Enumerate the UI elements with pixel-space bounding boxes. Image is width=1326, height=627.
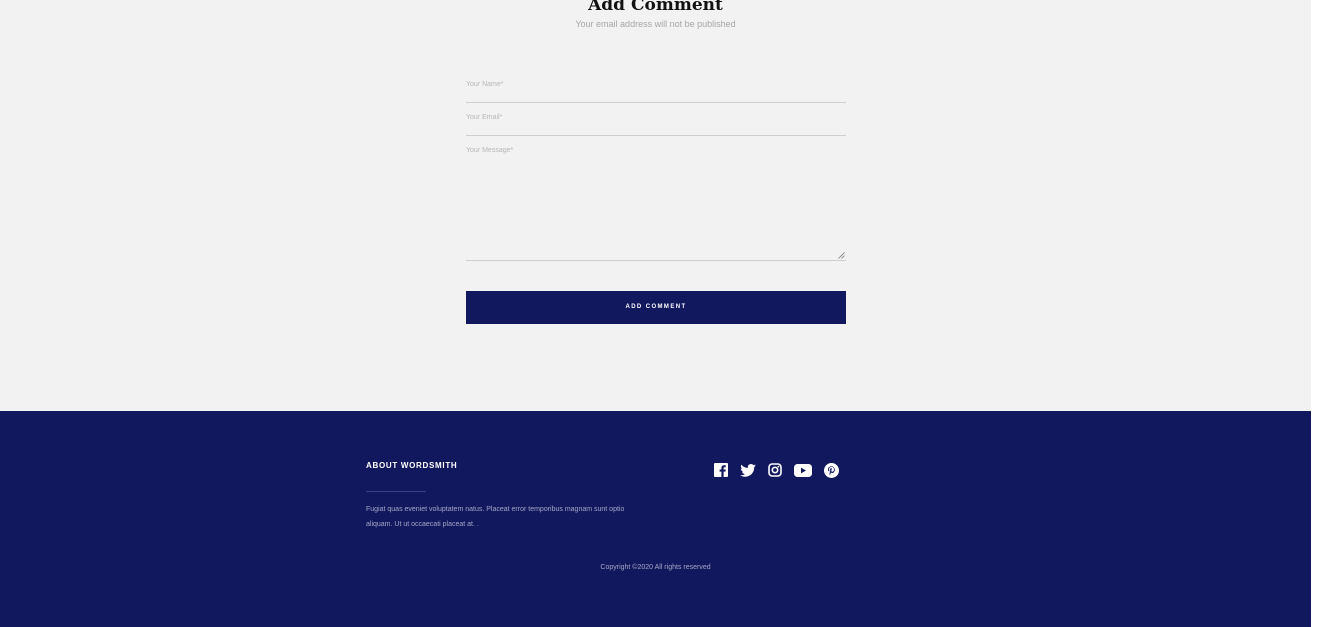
facebook-icon[interactable] xyxy=(714,463,728,477)
message-field-placeholder: Your Message* xyxy=(466,147,514,154)
about-text: Fugiat quas eveniet voluptatem natus. Pl… xyxy=(366,506,625,528)
comment-section-title: Add Comment xyxy=(588,0,723,15)
name-field-placeholder: Your Name* xyxy=(466,81,504,88)
about-title: ABOUT WORDSMITH xyxy=(366,461,458,470)
copyright-text: Copyright ©2020 All rights reserved xyxy=(600,564,711,571)
email-field-placeholder: Your Email* xyxy=(466,114,503,121)
youtube-icon[interactable] xyxy=(794,463,812,477)
pinterest-icon[interactable] xyxy=(824,462,839,478)
resize-handle-icon[interactable] xyxy=(838,252,845,259)
name-field[interactable]: Your Name* xyxy=(466,70,846,103)
message-field[interactable]: Your Message* xyxy=(466,136,846,261)
social-links xyxy=(714,462,839,478)
comment-section-subtitle: Your email address will not be published xyxy=(575,19,736,29)
instagram-icon[interactable] xyxy=(768,463,782,477)
footer: ABOUT WORDSMITH Fugiat quas eveniet volu… xyxy=(0,411,1311,627)
scrollbar-gutter xyxy=(1311,0,1326,627)
email-field[interactable]: Your Email* xyxy=(466,103,846,136)
about-divider xyxy=(366,491,426,492)
add-comment-button[interactable]: ADD COMMENT xyxy=(466,291,846,324)
twitter-icon[interactable] xyxy=(740,463,756,477)
comment-form: Your Name* Your Email* Your Message* xyxy=(466,70,846,261)
